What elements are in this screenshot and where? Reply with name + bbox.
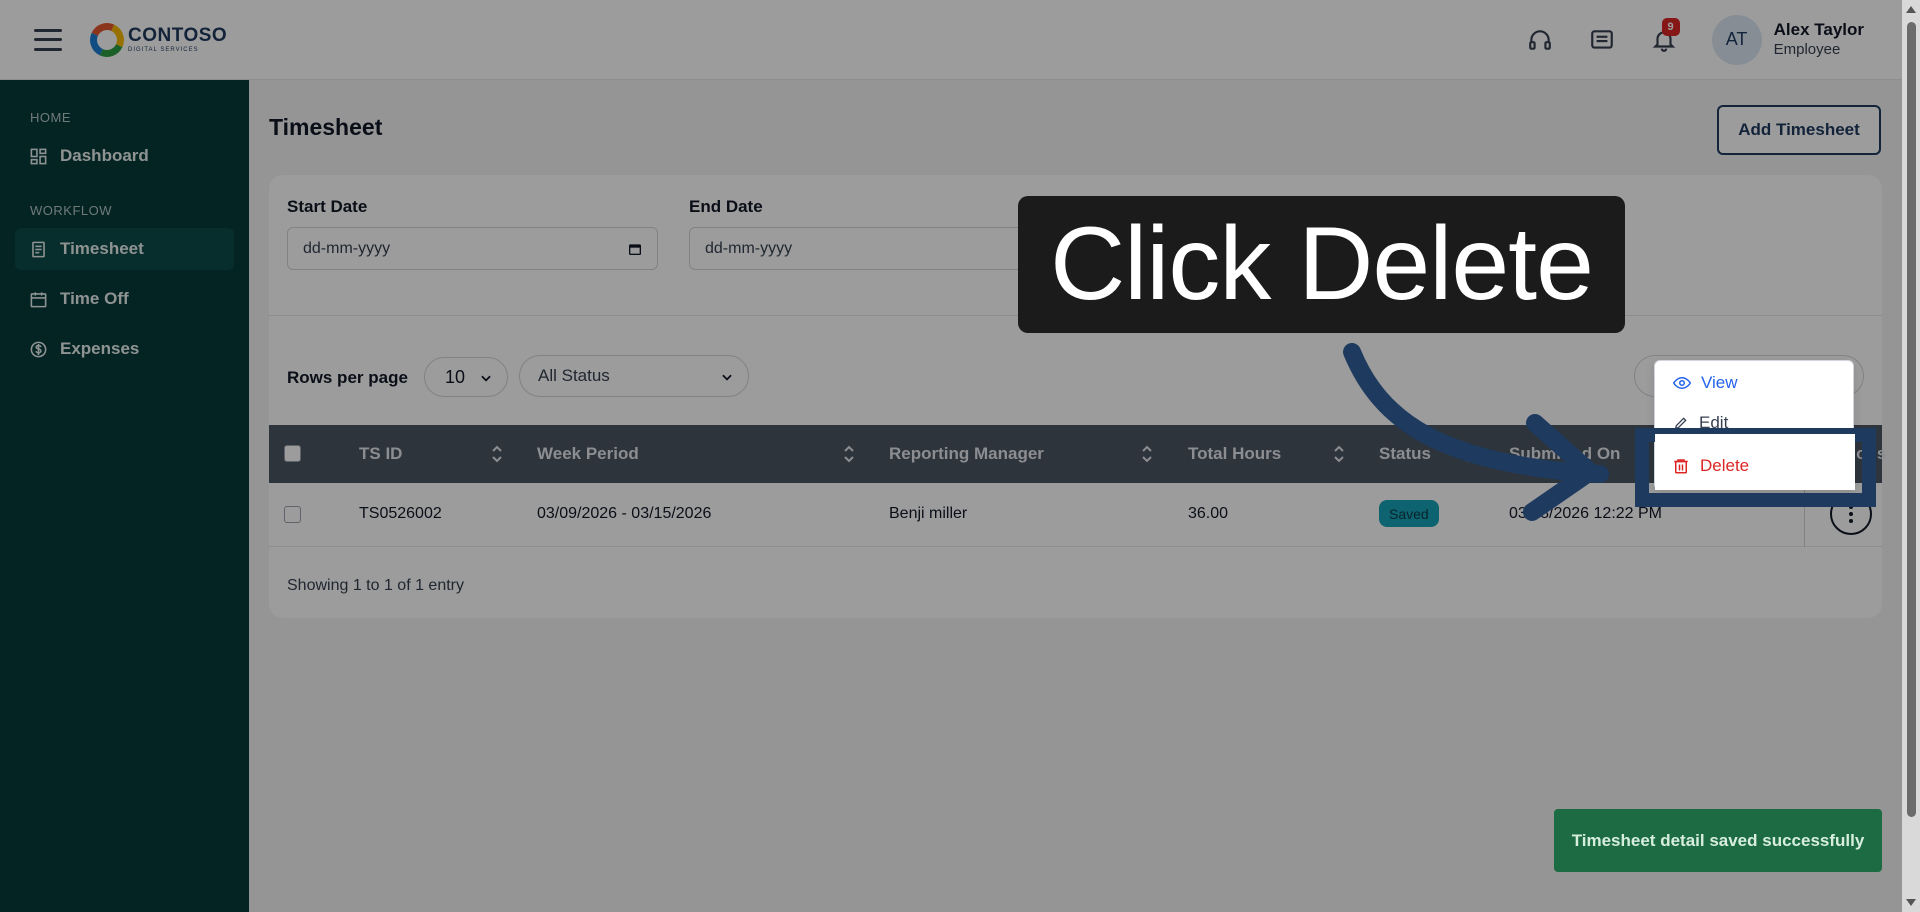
calendar-icon <box>30 291 47 307</box>
sidebar-item-label: Time Off <box>60 289 129 308</box>
table-summary: Showing 1 to 1 of 1 entry <box>287 577 464 594</box>
page-scrollbar[interactable] <box>1902 0 1920 912</box>
chevron-down-icon <box>481 375 491 382</box>
column-submitted-on[interactable]: Submitted On <box>1509 444 1620 464</box>
sidebar-item-expenses[interactable]: Expenses <box>15 328 234 370</box>
sidebar: HOME Dashboard WORKFLOW Timesheet Time O… <box>0 80 249 912</box>
column-total-hours[interactable]: Total Hours <box>1188 444 1281 464</box>
dollar-icon <box>30 341 47 357</box>
sidebar-item-label: Expenses <box>60 339 140 358</box>
sidebar-item-time-off[interactable]: Time Off <box>15 278 234 320</box>
sidebar-section-home: HOME <box>30 110 71 125</box>
scroll-up-icon[interactable] <box>1906 6 1916 13</box>
sort-icon[interactable] <box>843 445 855 463</box>
dashboard-icon <box>30 148 47 164</box>
start-date-input[interactable]: dd-mm-yyyy <box>287 227 658 270</box>
scroll-thumb[interactable] <box>1907 22 1916 817</box>
avatar[interactable]: AT <box>1711 14 1762 65</box>
sidebar-item-dashboard[interactable]: Dashboard <box>15 135 234 177</box>
column-status[interactable]: Status <box>1379 444 1431 464</box>
notification-badge: 9 <box>1661 17 1680 36</box>
sidebar-section-workflow: WORKFLOW <box>30 203 112 218</box>
menu-icon[interactable] <box>34 28 62 51</box>
cell-total-hours: 36.00 <box>1188 505 1229 522</box>
menu-item-delete[interactable]: Delete <box>1672 456 1749 476</box>
headset-icon[interactable] <box>1520 20 1560 60</box>
rows-per-page-select[interactable]: 10 <box>424 357 508 397</box>
logo-subtext: DIGITAL SERVICES <box>128 47 199 53</box>
column-reporting-manager[interactable]: Reporting Manager <box>889 444 1044 464</box>
chevron-down-icon <box>722 374 732 381</box>
scroll-down-icon[interactable] <box>1906 899 1916 906</box>
rows-per-page-label: Rows per page <box>287 368 408 387</box>
sidebar-item-timesheet[interactable]: Timesheet <box>15 228 234 270</box>
sidebar-item-label: Timesheet <box>60 239 144 258</box>
user-info[interactable]: Alex Taylor Employee <box>1774 20 1864 58</box>
status-badge: Saved <box>1379 500 1439 527</box>
add-timesheet-button[interactable]: Add Timesheet <box>1717 105 1881 155</box>
user-role: Employee <box>1773 40 1841 58</box>
logo[interactable]: CONTOSO DIGITAL SERVICES <box>85 17 228 62</box>
user-name: Alex Taylor <box>1773 20 1864 40</box>
start-date-label: Start Date <box>287 197 368 216</box>
select-all-checkbox[interactable] <box>284 445 301 462</box>
sort-icon[interactable] <box>1462 445 1474 463</box>
success-toast: Timesheet detail saved successfully <box>1554 809 1882 872</box>
column-ts-id[interactable]: TS ID <box>359 444 402 464</box>
calendar-picker-icon[interactable] <box>627 241 643 257</box>
cell-week-period: 03/09/2026 - 03/15/2026 <box>537 505 712 522</box>
cell-ts-id: TS0526002 <box>359 505 442 522</box>
sort-icon[interactable] <box>1333 445 1345 463</box>
row-checkbox[interactable] <box>284 506 301 523</box>
cell-submitted-on: 03/18/2026 12:22 PM <box>1509 505 1663 522</box>
sidebar-item-label: Dashboard <box>60 146 149 165</box>
trash-icon <box>1674 459 1688 474</box>
eye-icon <box>1673 376 1691 390</box>
logo-mark-icon <box>85 17 129 62</box>
top-header: CONTOSO DIGITAL SERVICES 9 AT Alex Taylo… <box>0 0 1902 80</box>
end-date-input[interactable]: dd-mm-yyyy <box>689 227 1060 270</box>
menu-item-view[interactable]: View <box>1673 373 1738 393</box>
column-week-period[interactable]: Week Period <box>537 444 639 464</box>
logo-text: CONTOSO <box>128 25 228 46</box>
end-date-label: End Date <box>689 197 763 216</box>
page-title: Timesheet <box>269 114 383 140</box>
bell-icon[interactable]: 9 <box>1644 17 1684 60</box>
sort-icon[interactable] <box>1141 445 1153 463</box>
status-filter-select[interactable]: All Status <box>519 355 749 397</box>
cell-manager: Benji miller <box>889 505 968 522</box>
chat-icon[interactable] <box>1582 20 1622 60</box>
tutorial-callout: Click Delete <box>1018 196 1625 333</box>
timesheet-icon <box>32 241 45 257</box>
sort-icon[interactable] <box>491 445 503 463</box>
